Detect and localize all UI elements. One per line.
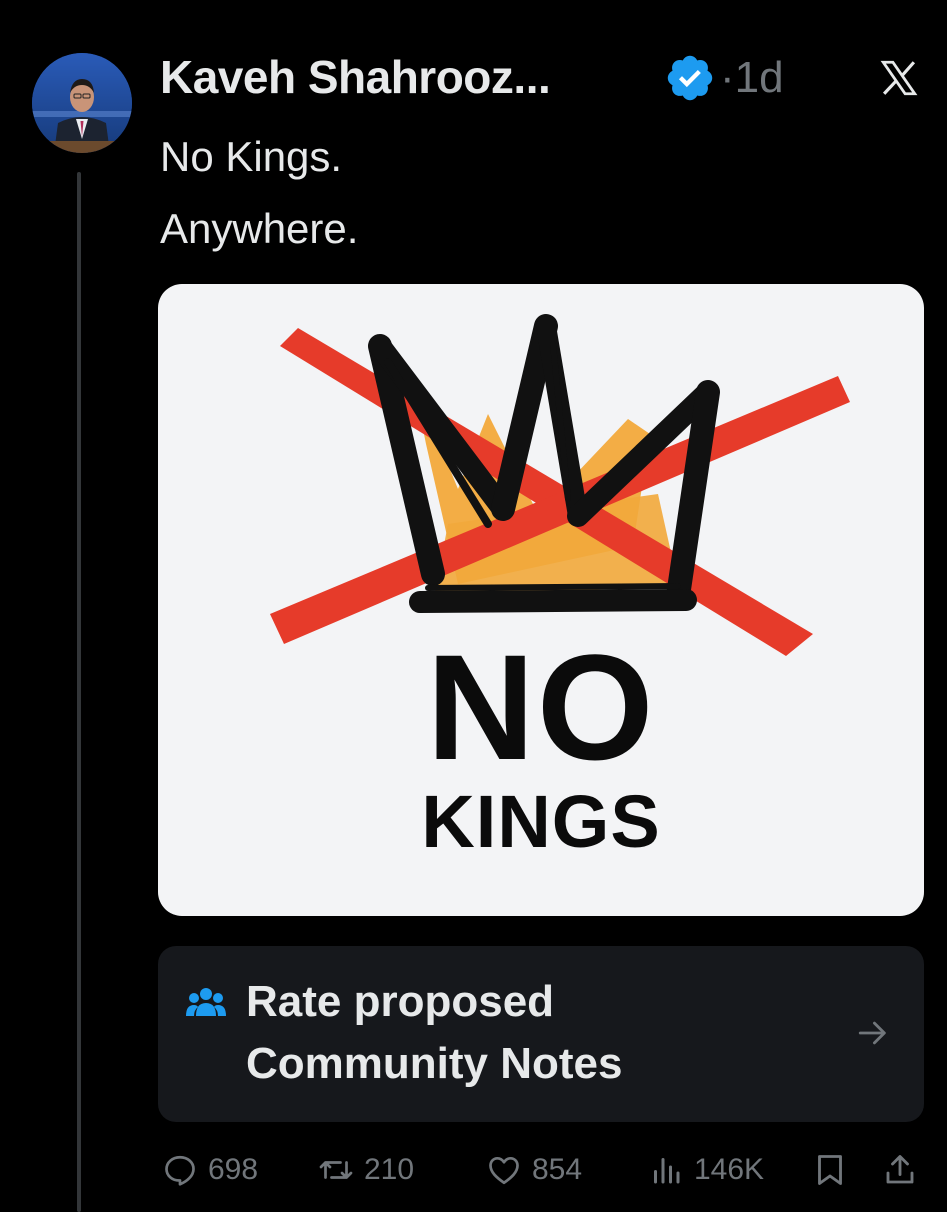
tweet-text-line-2: Anywhere. — [160, 205, 359, 252]
verified-badge-icon — [667, 55, 713, 101]
notes-title-line-1: Rate proposed — [246, 977, 555, 1026]
share-icon[interactable] — [882, 1152, 918, 1188]
repost-count: 210 — [364, 1153, 415, 1186]
author-header[interactable]: Kaveh Shahrooz... — [160, 48, 551, 106]
tweet-media-image[interactable]: NO KINGS — [158, 284, 924, 916]
x-logo-icon — [880, 60, 918, 96]
action-bar: 698 210 854 146K — [160, 1146, 926, 1194]
bookmark-icon[interactable] — [812, 1152, 848, 1188]
views-icon — [654, 1158, 680, 1184]
arrow-right-icon — [858, 1021, 886, 1045]
reply-icon — [165, 1155, 195, 1186]
like-icon — [489, 1156, 519, 1185]
views-count: 146K — [694, 1153, 765, 1186]
avatar-photo — [32, 53, 132, 153]
thread-line — [77, 172, 81, 1212]
timestamp[interactable]: ·1d — [720, 52, 784, 104]
reply-button[interactable]: 698 — [162, 1146, 258, 1194]
like-button[interactable]: 854 — [486, 1146, 582, 1194]
poster-no-text: NO — [426, 623, 656, 791]
author-name[interactable]: Kaveh Shahrooz... — [160, 50, 551, 104]
reply-count: 698 — [208, 1153, 259, 1186]
community-notes-card[interactable]: Rate proposed Community Notes — [158, 946, 924, 1122]
avatar[interactable] — [32, 53, 132, 153]
repost-button[interactable]: 210 — [318, 1146, 414, 1194]
notes-title-line-2: Community Notes — [246, 1039, 623, 1088]
like-count: 854 — [532, 1153, 583, 1186]
community-notes-icon — [186, 988, 226, 1016]
tweet-text-line-1: No Kings. — [160, 133, 343, 180]
repost-icon — [319, 1161, 353, 1179]
views-button[interactable]: 146K — [648, 1146, 764, 1194]
poster-kings-text: KINGS — [421, 780, 661, 863]
